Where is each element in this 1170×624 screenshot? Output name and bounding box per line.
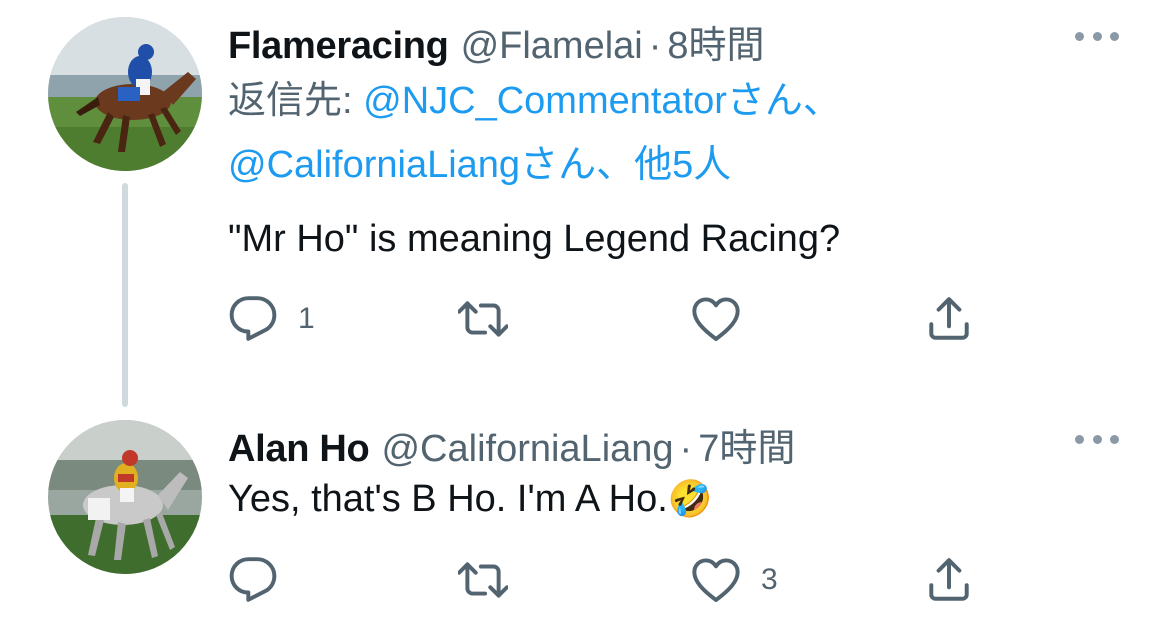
separator-dot: ·: [648, 25, 662, 67]
like-icon: [692, 558, 740, 602]
timestamp[interactable]: 7時間: [698, 417, 795, 472]
tweet-text: Yes, that's B Ho. I'm A Ho.🤣: [228, 478, 713, 521]
mention-link[interactable]: @NJC_Commentatorさん、: [363, 80, 841, 122]
share-button[interactable]: [924, 294, 974, 344]
reply-button[interactable]: 1: [228, 294, 315, 344]
rolling-laughing-emoji: 🤣: [667, 478, 713, 519]
mention-link[interactable]: @CaliforniaLiangさん、他5人: [228, 144, 731, 186]
reply-button[interactable]: [228, 555, 298, 605]
tweet-text-content: Yes, that's B Ho. I'm A Ho.: [228, 478, 668, 520]
tweet-header: Flameracing @Flamelai · 8時間: [228, 14, 765, 69]
share-icon: [929, 558, 969, 601]
more-icon[interactable]: [1075, 26, 1119, 46]
avatar[interactable]: [48, 420, 202, 574]
replying-to: 返信先: @NJC_Commentatorさん、: [228, 68, 841, 134]
like-icon: [692, 297, 740, 341]
display-name[interactable]: Alan Ho: [228, 428, 370, 471]
share-button[interactable]: [924, 555, 974, 605]
reply-icon: [229, 296, 277, 341]
tweet-1[interactable]: Flameracing @Flamelai · 8時間 返信先: @NJC_Co…: [0, 0, 1170, 407]
tweet-header: Alan Ho @CaliforniaLiang · 7時間: [228, 417, 795, 472]
like-button[interactable]: [691, 294, 761, 344]
share-icon: [929, 297, 969, 340]
avatar[interactable]: [48, 17, 202, 171]
avatar-image: [48, 17, 202, 171]
handle[interactable]: @Flamelai: [461, 25, 643, 68]
avatar-image: [48, 420, 202, 574]
reply-count: 1: [298, 302, 315, 335]
like-button[interactable]: 3: [691, 555, 778, 605]
more-icon[interactable]: [1075, 429, 1119, 449]
retweet-button[interactable]: [458, 555, 508, 605]
thread-line: [122, 183, 128, 407]
retweet-icon: [458, 562, 508, 598]
reply-icon: [229, 557, 277, 602]
replying-to-label: 返信先:: [228, 80, 353, 122]
separator-dot: ·: [679, 428, 693, 470]
tweet-actions: 3: [228, 555, 988, 605]
tweet-text: "Mr Ho" is meaning Legend Racing?: [228, 218, 841, 260]
timestamp[interactable]: 8時間: [667, 14, 764, 69]
like-count: 3: [761, 563, 778, 596]
replying-to-continued: @CaliforniaLiangさん、他5人: [228, 132, 731, 198]
display-name[interactable]: Flameracing: [228, 25, 449, 68]
handle[interactable]: @CaliforniaLiang: [381, 428, 673, 471]
tweet-actions: 1: [228, 294, 988, 344]
retweet-icon: [458, 301, 508, 337]
tweet-2[interactable]: Alan Ho @CaliforniaLiang · 7時間 Yes, that…: [0, 400, 1170, 624]
retweet-button[interactable]: [458, 294, 508, 344]
